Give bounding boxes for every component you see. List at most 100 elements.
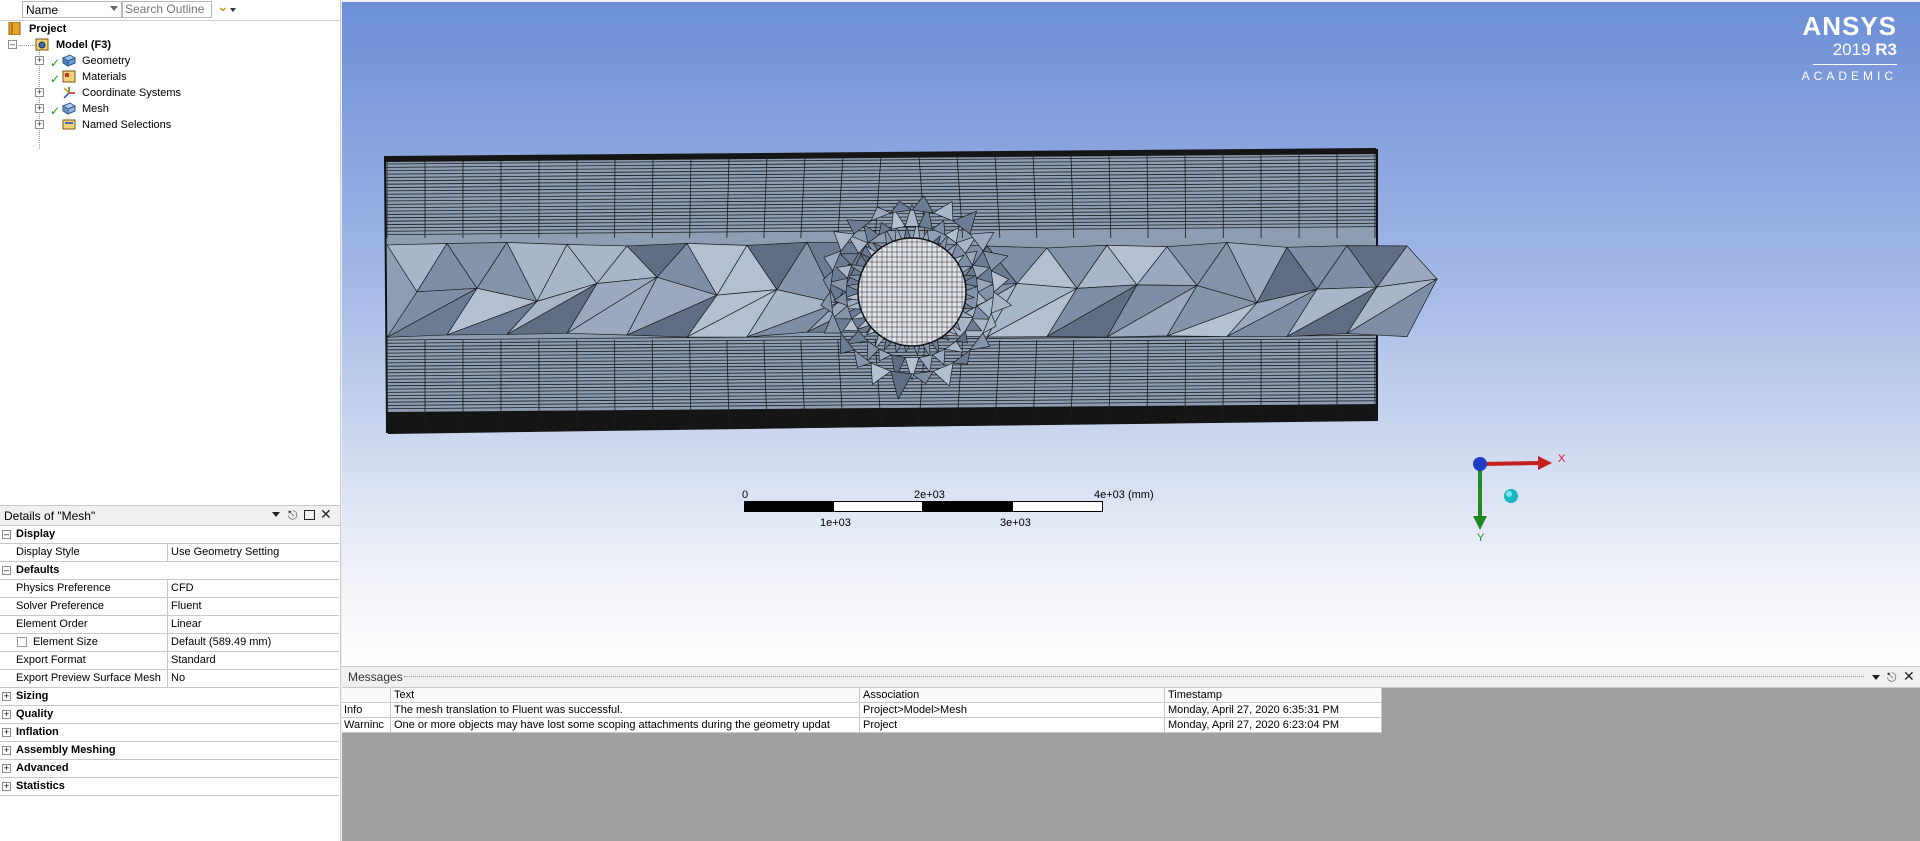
message-text: One or more objects may have lost some s… xyxy=(394,719,856,731)
message-association: Project xyxy=(863,719,897,731)
group-label: Inflation xyxy=(16,726,59,738)
property-value[interactable]: Linear xyxy=(171,618,202,630)
name-filter-dropdown[interactable]: Name xyxy=(22,1,122,18)
collapse-toggle[interactable]: – xyxy=(2,530,11,539)
geometry-icon xyxy=(62,54,76,67)
message-row[interactable]: Warninc One or more objects may have los… xyxy=(342,718,1382,733)
expand-toggle[interactable]: + xyxy=(35,88,44,97)
column-timestamp[interactable]: Timestamp xyxy=(1168,689,1222,701)
maximize-icon[interactable] xyxy=(304,510,315,520)
expand-toggle[interactable]: + xyxy=(2,764,11,773)
tree-label-materials: Materials xyxy=(82,69,127,85)
property-key: Export Format xyxy=(16,654,86,666)
filter-menu-button[interactable]: ⌄ xyxy=(214,0,242,20)
property-key: Solver Preference xyxy=(16,600,104,612)
collapse-toggle[interactable]: – xyxy=(8,40,17,49)
tree-item-project[interactable]: Project xyxy=(0,21,330,37)
property-value[interactable]: Use Geometry Setting xyxy=(171,546,279,558)
pin-icon[interactable]: ⎋ xyxy=(288,508,298,523)
message-timestamp: Monday, April 27, 2020 6:35:31 PM xyxy=(1168,704,1339,716)
column-text[interactable]: Text xyxy=(394,689,414,701)
row-export-format[interactable]: Export Format Standard xyxy=(0,652,339,670)
messages-title: Messages xyxy=(348,670,403,684)
project-book-icon xyxy=(8,22,22,35)
tree-item-named-selections[interactable]: + Named Selections xyxy=(0,117,330,133)
materials-icon xyxy=(62,70,76,83)
pin-icon[interactable]: ⎋ xyxy=(1887,670,1897,685)
column-association[interactable]: Association xyxy=(863,689,919,701)
tree-label-geometry: Geometry xyxy=(82,53,130,69)
details-header: Details of "Mesh" ⎋ ✕ xyxy=(0,506,340,526)
property-value[interactable]: Default (589.49 mm) xyxy=(171,636,271,648)
expand-toggle[interactable]: + xyxy=(35,120,44,129)
messages-panel: Messages ⎋ ✕ Text Association Timestamp … xyxy=(342,666,1920,841)
tree-label-mesh: Mesh xyxy=(82,101,109,117)
tree-item-materials[interactable]: ✓ Materials xyxy=(0,69,330,85)
tree-item-geometry[interactable]: + ✓ Geometry xyxy=(0,53,330,69)
outline-toolbar: Name ⌄ xyxy=(0,0,340,21)
message-timestamp: Monday, April 27, 2020 6:23:04 PM xyxy=(1168,719,1339,731)
property-key: Element Order xyxy=(16,618,88,630)
expand-toggle[interactable]: + xyxy=(2,782,11,791)
row-display-style[interactable]: Display Style Use Geometry Setting xyxy=(0,544,339,562)
close-icon[interactable]: ✕ xyxy=(320,506,332,523)
tree-item-model[interactable]: – Model (F3) xyxy=(0,37,330,53)
row-element-order[interactable]: Element Order Linear xyxy=(0,616,339,634)
parameter-checkbox[interactable] xyxy=(17,637,27,647)
group-label: Statistics xyxy=(16,780,65,792)
name-filter-value: Name xyxy=(26,3,58,17)
group-assembly-meshing[interactable]: + Assembly Meshing xyxy=(0,742,339,760)
tree-item-mesh[interactable]: + ✓ Mesh xyxy=(0,101,330,117)
scale-label-1e3: 1e+03 xyxy=(820,517,851,529)
messages-header: Messages ⎋ ✕ xyxy=(342,667,1920,688)
scale-label-2e3: 2e+03 xyxy=(914,489,945,501)
group-defaults[interactable]: – Defaults xyxy=(0,562,339,580)
search-outline-input[interactable] xyxy=(123,2,213,16)
group-label: Quality xyxy=(16,708,53,720)
group-sizing[interactable]: + Sizing xyxy=(0,688,339,706)
group-display[interactable]: – Display xyxy=(0,526,339,544)
group-quality[interactable]: + Quality xyxy=(0,706,339,724)
property-value[interactable]: Standard xyxy=(171,654,216,666)
tree-label-project: Project xyxy=(29,21,66,37)
property-value[interactable]: CFD xyxy=(171,582,194,594)
coordinate-systems-icon xyxy=(62,86,76,99)
row-export-preview[interactable]: Export Preview Surface Mesh No xyxy=(0,670,339,688)
expand-toggle[interactable]: + xyxy=(2,746,11,755)
outline-panel: Name ⌄ Project – Model xyxy=(0,0,341,505)
details-panel: Details of "Mesh" ⎋ ✕ – Display Display … xyxy=(0,505,341,841)
message-type: Info xyxy=(344,704,390,716)
expand-toggle[interactable]: + xyxy=(2,692,11,701)
group-label: Assembly Meshing xyxy=(16,744,116,756)
scale-label-3e3: 3e+03 xyxy=(1000,517,1031,529)
property-key: Export Preview Surface Mesh xyxy=(16,672,161,684)
search-outline-box[interactable] xyxy=(122,1,212,18)
group-advanced[interactable]: + Advanced xyxy=(0,760,339,778)
panel-menu-icon[interactable] xyxy=(1872,675,1880,680)
row-physics-preference[interactable]: Physics Preference CFD xyxy=(0,580,339,598)
message-row[interactable]: Info The mesh translation to Fluent was … xyxy=(342,703,1382,718)
messages-header-row: Text Association Timestamp xyxy=(342,688,1382,703)
tree-label-named-selections: Named Selections xyxy=(82,117,171,133)
close-icon[interactable]: ✕ xyxy=(1903,668,1915,685)
expand-toggle[interactable]: + xyxy=(35,104,44,113)
graphics-viewport[interactable]: ANSYS 2019 R3 ACADEMIC 0 2e+03 4e+03 (mm… xyxy=(342,2,1920,666)
expand-toggle[interactable]: + xyxy=(35,56,44,65)
property-key: Physics Preference xyxy=(16,582,111,594)
details-title: Details of "Mesh" xyxy=(4,509,95,523)
expand-toggle[interactable]: + xyxy=(2,710,11,719)
collapse-toggle[interactable]: – xyxy=(2,566,11,575)
expand-toggle[interactable]: + xyxy=(2,728,11,737)
tree-label-model: Model (F3) xyxy=(56,37,111,53)
group-label: Sizing xyxy=(16,690,48,702)
row-solver-preference[interactable]: Solver Preference Fluent xyxy=(0,598,339,616)
group-inflation[interactable]: + Inflation xyxy=(0,724,339,742)
scale-label-4e3: 4e+03 (mm) xyxy=(1094,489,1154,501)
mesh-model[interactable] xyxy=(342,2,1920,666)
tree-item-coordinate-systems[interactable]: + Coordinate Systems xyxy=(0,85,330,101)
group-statistics[interactable]: + Statistics xyxy=(0,778,339,796)
property-value[interactable]: No xyxy=(171,672,185,684)
row-element-size[interactable]: Element Size Default (589.49 mm) xyxy=(0,634,339,652)
property-value[interactable]: Fluent xyxy=(171,600,202,612)
panel-menu-icon[interactable] xyxy=(272,512,280,517)
